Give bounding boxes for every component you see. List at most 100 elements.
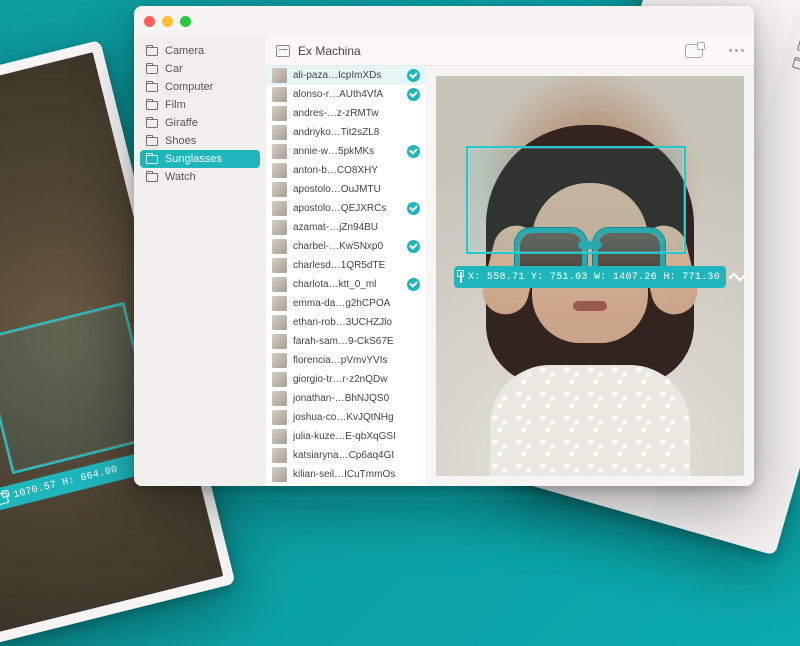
file-item[interactable]: anton-b…CO8XHY: [266, 161, 426, 180]
folder-icon: [146, 47, 158, 56]
window-close-button[interactable]: [144, 16, 155, 27]
coordinates-text: X: 558.71 Y: 751.03 W: 1407.26 H: 771.30: [468, 272, 720, 283]
sidebar-item-label: Car: [165, 63, 183, 75]
bounding-box[interactable]: [466, 146, 686, 254]
coordinates-bar: X: 558.71 Y: 751.03 W: 1407.26 H: 771.30: [454, 266, 726, 288]
thumbnail: [272, 372, 287, 387]
file-item[interactable]: charlota…ktt_0_ml: [266, 275, 426, 294]
file-item[interactable]: kiran-ck-l…4SZHRgA: [266, 484, 426, 486]
sidebar-item-label: Sunglasses: [165, 153, 222, 165]
file-item[interactable]: farah-sam…9-CkS67E: [266, 332, 426, 351]
file-name: emma-da…g2hCPOA: [293, 298, 420, 309]
content-header: Ex Machina: [266, 36, 754, 66]
sidebar-item-film[interactable]: Film: [134, 96, 266, 114]
thumbnail: [272, 106, 287, 121]
file-name: alonso-r…AUth4VfA: [293, 89, 401, 100]
check-icon: [407, 240, 420, 253]
thumbnail: [272, 182, 287, 197]
sidebar-item-shoes[interactable]: Shoes: [134, 132, 266, 150]
thumbnail: [272, 68, 287, 83]
thumbnail: [272, 144, 287, 159]
thumbnail: [272, 429, 287, 444]
thumbnail: [272, 201, 287, 216]
window-maximize-button[interactable]: [180, 16, 191, 27]
sidebar-item-sunglasses[interactable]: Sunglasses: [140, 150, 260, 168]
crop-icon: [460, 272, 462, 283]
thumbnail: [272, 353, 287, 368]
file-item[interactable]: katsiaryna…Cp6aq4GI: [266, 446, 426, 465]
sidebar-item-car[interactable]: Car: [134, 60, 266, 78]
sidebar-item-watch[interactable]: Watch: [134, 168, 266, 186]
thumbnail: [272, 277, 287, 292]
file-name: jonathan-…BhNJQS0: [293, 393, 420, 404]
file-item[interactable]: azamat-…jZn94BU: [266, 218, 426, 237]
image-viewer: X: 558.71 Y: 751.03 W: 1407.26 H: 771.30: [426, 66, 754, 486]
page-title: Ex Machina: [298, 44, 361, 58]
main-window: Camera Car Computer Film Giraffe Shoes Sunglas…: [134, 6, 754, 486]
file-item[interactable]: apostolo…OuJMTU: [266, 180, 426, 199]
sidebar-item-camera[interactable]: Camera: [134, 42, 266, 60]
file-item[interactable]: florencia…pVmvYVIs: [266, 351, 426, 370]
sidebar-item-label: Watch: [165, 171, 196, 183]
file-name: julia-kuze…E-qbXqGSI: [293, 431, 420, 442]
folder-icon: [146, 137, 158, 146]
file-name: katsiaryna…Cp6aq4GI: [293, 450, 420, 461]
thumbnail: [272, 334, 287, 349]
file-name: apostolo…QEJXRCs: [293, 203, 401, 214]
file-item[interactable]: andres-…z-zRMTw: [266, 104, 426, 123]
thumbnail: [272, 410, 287, 425]
file-item[interactable]: kilian-seil…ICuTmmOs: [266, 465, 426, 484]
file-name: apostolo…OuJMTU: [293, 184, 420, 195]
thumbnail: [272, 391, 287, 406]
file-name: charbel-…KwSNxp0: [293, 241, 401, 252]
file-item[interactable]: emma-da…g2hCPOA: [266, 294, 426, 313]
thumbnail: [272, 163, 287, 178]
file-item[interactable]: apostolo…QEJXRCs: [266, 199, 426, 218]
folder-icon: [146, 173, 158, 182]
file-item[interactable]: annie-w…5pkMKs: [266, 142, 426, 161]
folder-icon: [146, 83, 158, 92]
file-item[interactable]: joshua-co…KvJQtNHg: [266, 408, 426, 427]
file-item[interactable]: ali-paza…IcpImXDs: [266, 66, 426, 85]
file-item[interactable]: ethan-rob…3UCHZJlo: [266, 313, 426, 332]
sidebar-item-label: Film: [165, 99, 186, 111]
file-name: kilian-seil…ICuTmmOs: [293, 469, 420, 480]
export-icon[interactable]: [685, 44, 703, 58]
sidebar-item-label: Camera: [165, 45, 204, 57]
file-item[interactable]: alonso-r…AUth4VfA: [266, 85, 426, 104]
window-minimize-button[interactable]: [162, 16, 173, 27]
check-icon: [407, 69, 420, 82]
file-name: annie-w…5pkMKs: [293, 146, 401, 157]
check-icon: [407, 202, 420, 215]
file-item[interactable]: jonathan-…BhNJQS0: [266, 389, 426, 408]
file-item[interactable]: julia-kuze…E-qbXqGSI: [266, 427, 426, 446]
sidebar-item-label: Giraffe: [165, 117, 198, 129]
sidebar: Camera Car Computer Film Giraffe Shoes Sunglas…: [134, 36, 266, 486]
thumbnail: [272, 125, 287, 140]
folder-icon: [146, 101, 158, 110]
sidebar-item-giraffe[interactable]: Giraffe: [134, 114, 266, 132]
content-area: Ex Machina ali-paza…IcpImXDs alonso-r…AUt…: [266, 36, 754, 486]
folder-icon: [146, 119, 158, 128]
file-name: joshua-co…KvJQtNHg: [293, 412, 420, 423]
thumbnail: [272, 296, 287, 311]
file-list[interactable]: ali-paza…IcpImXDs alonso-r…AUth4VfA andres…: [266, 66, 426, 486]
sidebar-item-watch[interactable]: Watch: [779, 51, 800, 104]
file-item[interactable]: charlesd…1QR5dTE: [266, 256, 426, 275]
check-icon: [407, 145, 420, 158]
file-name: ali-paza…IcpImXDs: [293, 70, 401, 81]
file-item[interactable]: charbel-…KwSNxp0: [266, 237, 426, 256]
thumbnail: [272, 448, 287, 463]
check-icon: [407, 278, 420, 291]
sidebar-item-label: Shoes: [165, 135, 196, 147]
file-item[interactable]: andriyko…Tit2sZL8: [266, 123, 426, 142]
collection-icon: [276, 45, 290, 57]
thumbnail: [272, 239, 287, 254]
folder-icon: [146, 155, 158, 164]
sidebar-item-computer[interactable]: Computer: [134, 78, 266, 96]
file-name: andres-…z-zRMTw: [293, 108, 420, 119]
file-item[interactable]: giorgio-tr…r-z2nQDw: [266, 370, 426, 389]
thumbnail: [272, 220, 287, 235]
check-icon: [407, 88, 420, 101]
more-icon[interactable]: [729, 49, 744, 52]
